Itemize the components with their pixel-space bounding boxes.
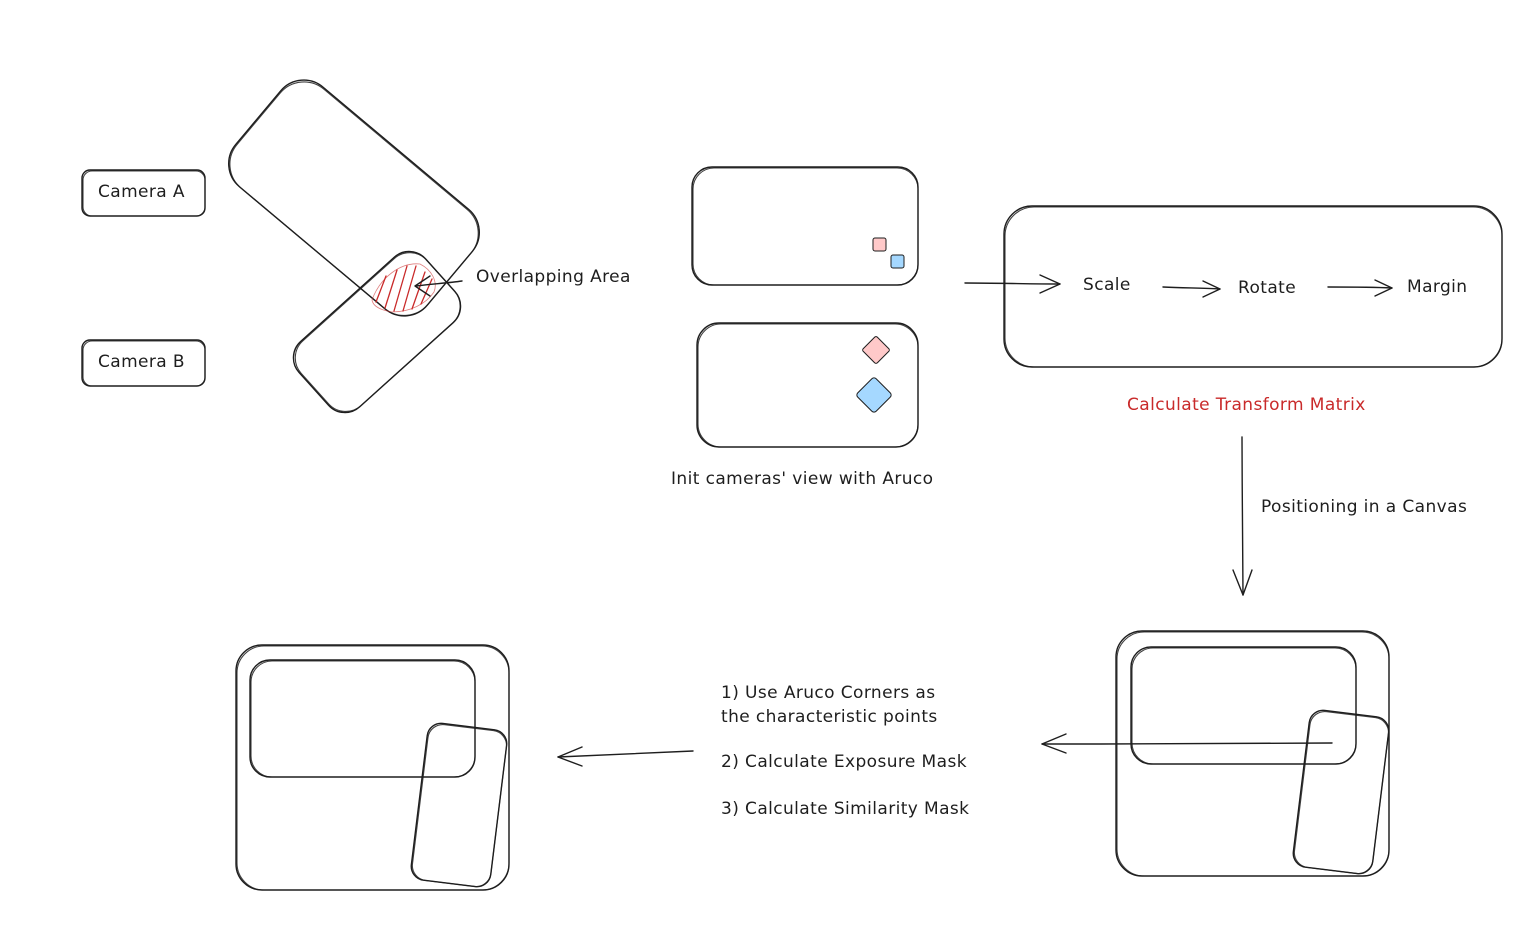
arrow-rotate-to-margin <box>1327 279 1393 297</box>
camera-a-label: Camera A <box>98 182 185 202</box>
rotate-label: Rotate <box>1238 278 1297 298</box>
aruco-marker-blue-large <box>856 377 892 413</box>
scale-label: Scale <box>1083 275 1131 295</box>
overlap-hatch <box>371 263 436 313</box>
init-view-top <box>691 166 919 286</box>
arrow-to-result <box>557 746 694 767</box>
arrow-left-to-steps <box>1041 733 1333 754</box>
result-view-b <box>410 722 508 888</box>
positioned-view-a <box>1130 646 1357 765</box>
init-cameras-label: Init cameras' view with Aruco <box>671 469 934 489</box>
positioned-view-b <box>1292 709 1390 875</box>
positioned-canvas <box>1115 630 1390 877</box>
transform-matrix-label: Calculate Transform Matrix <box>1127 395 1366 415</box>
step-1-label: 1) Use Aruco Corners as the characterist… <box>721 683 938 727</box>
camera-a-view-shape <box>228 79 480 317</box>
positioning-label: Positioning in a Canvas <box>1261 497 1468 517</box>
camera-b-view-shape <box>292 250 462 414</box>
init-view-bottom <box>696 322 919 448</box>
margin-label: Margin <box>1407 277 1468 297</box>
aruco-marker-blue-small <box>890 254 905 269</box>
result-canvas <box>235 644 510 891</box>
arrow-to-transform <box>964 274 1061 294</box>
aruco-marker-pink-large <box>862 336 890 364</box>
overlapping-area-label: Overlapping Area <box>476 267 631 287</box>
camera-b-label: Camera B <box>98 352 185 372</box>
arrow-down-to-canvas <box>1232 436 1253 596</box>
step-3-label: 3) Calculate Similarity Mask <box>721 799 970 819</box>
diagram-canvas: Camera A Camera B Overlapping Area Init … <box>0 0 1530 952</box>
result-view-a <box>249 659 476 778</box>
arrow-scale-to-rotate <box>1162 280 1221 298</box>
step-2-label: 2) Calculate Exposure Mask <box>721 752 967 772</box>
aruco-marker-pink-small <box>872 237 887 252</box>
